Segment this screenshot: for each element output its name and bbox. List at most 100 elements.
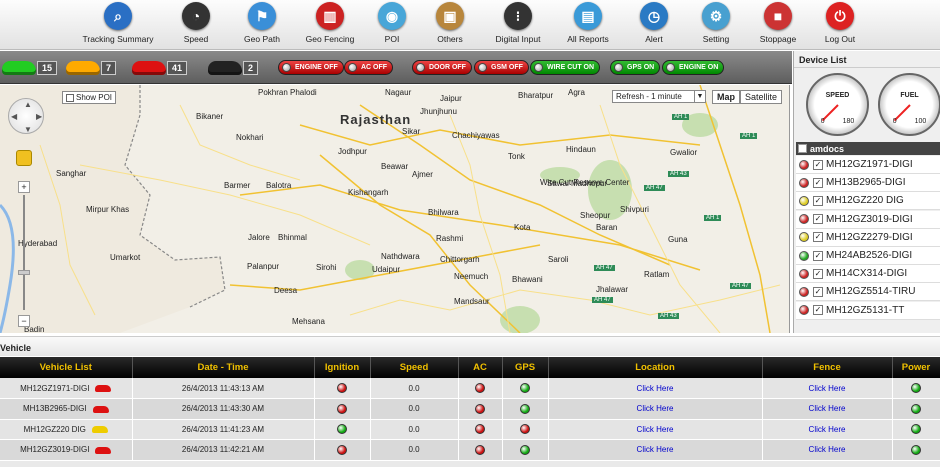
- highway-badge: AH 47: [730, 283, 751, 289]
- map-type-map-button[interactable]: Map: [712, 90, 740, 104]
- status-filter-door-off[interactable]: DOOR OFF: [412, 60, 472, 75]
- ac-status-icon: [475, 424, 485, 435]
- map-place-label: Chachiyawas: [452, 131, 500, 140]
- ignition-cell: [314, 419, 371, 440]
- device-checkbox[interactable]: ✓: [813, 305, 823, 316]
- device-group-header[interactable]: amdocs: [796, 142, 940, 155]
- pan-down-icon[interactable]: ▼: [24, 125, 32, 134]
- vehicle-name: MH12GZ3019-DIGI: [20, 445, 90, 455]
- map-type-satellite-button[interactable]: Satellite: [740, 90, 783, 104]
- map-place-label: Rashmi: [436, 234, 464, 243]
- refresh-interval-select[interactable]: Refresh - 1 minute ▼: [612, 90, 706, 103]
- vehicle-count-filter[interactable]: 2: [208, 59, 259, 77]
- zoom-control[interactable]: + −: [16, 150, 32, 327]
- pan-control[interactable]: ▲ ▼ ◀ ▶: [8, 98, 44, 134]
- map-place-label: Pokhran: [258, 88, 288, 97]
- device-checkbox[interactable]: ✓: [813, 232, 823, 243]
- fence-link[interactable]: Click Here: [809, 445, 846, 454]
- status-filter-engine-on[interactable]: ENGINE ON: [662, 60, 725, 75]
- map-place-label: Mehsana: [292, 317, 325, 326]
- map-place-label: Palanpur: [247, 262, 280, 271]
- fence-link[interactable]: Click Here: [809, 384, 846, 393]
- location-link[interactable]: Click Here: [637, 425, 674, 434]
- vehicle-count-filter[interactable]: 7: [66, 59, 117, 77]
- device-list-item[interactable]: ✓ MH24AB2526-DIGI: [796, 247, 940, 265]
- map-place-label: Beawar: [381, 162, 409, 171]
- speed-gauge: SPEED 0 180: [806, 73, 869, 136]
- device-list-item[interactable]: ✓ MH12GZ2279-DIGI: [796, 228, 940, 247]
- location-link[interactable]: Click Here: [637, 384, 674, 393]
- device-list-item[interactable]: ✓ MH12GZ5514-TIRU: [796, 283, 940, 302]
- pan-left-icon[interactable]: ◀: [11, 112, 17, 121]
- status-filter-engine-off[interactable]: ENGINE OFF: [278, 60, 344, 75]
- zoom-slider-handle[interactable]: [18, 270, 30, 275]
- table-row[interactable]: MH12GZ1971-DIGI 26/4/2013 11:43:13 AM 0.0 C…: [0, 378, 940, 399]
- status-filter-wire-cut-on[interactable]: WIRE CUT ON: [530, 60, 601, 75]
- ignition-cell: [314, 378, 371, 399]
- zoom-slider-track[interactable]: [23, 195, 25, 310]
- reports-icon: ▤: [574, 2, 602, 30]
- table-body: MH12GZ1971-DIGI 26/4/2013 11:43:13 AM 0.0 C…: [0, 378, 940, 461]
- device-list-item[interactable]: ✓ MH14CX314-DIGI: [796, 265, 940, 284]
- device-list-item[interactable]: ✓ MH12GZ1971-DIGI: [796, 156, 940, 174]
- vehicle-count-filter[interactable]: 15: [2, 59, 58, 77]
- pan-right-icon[interactable]: ▶: [36, 112, 42, 121]
- device-checkbox[interactable]: ✓: [813, 214, 823, 225]
- ac-status-icon: [475, 403, 485, 414]
- nav-item-label: Others: [437, 34, 463, 44]
- status-filter-gps-on[interactable]: GPS ON: [610, 60, 661, 75]
- location-link[interactable]: Click Here: [637, 445, 674, 454]
- device-list-item[interactable]: ✓ MH12GZ3019-DIGI: [796, 210, 940, 229]
- gps-cell: [502, 419, 549, 440]
- status-filter-label: AC OFF: [361, 64, 388, 71]
- map-view[interactable]: Rajasthan Pokhran Phalodi Nagaur Jaipur Bhara…: [0, 85, 790, 333]
- nav-item-all-reports[interactable]: ▤ All Reports: [552, 2, 624, 44]
- fence-link[interactable]: Click Here: [809, 404, 846, 413]
- column-header: Location: [548, 357, 763, 378]
- nav-item-tracking-summary[interactable]: ⌕ Tracking Summary: [82, 2, 154, 44]
- device-checkbox[interactable]: ✓: [813, 286, 823, 297]
- table-row[interactable]: MH12GZ220 DIG 26/4/2013 11:41:23 AM 0.0 Cli…: [0, 419, 940, 440]
- device-checkbox[interactable]: ✓: [813, 159, 823, 170]
- ignition-cell: [314, 439, 371, 461]
- status-filter-gsm-off[interactable]: GSM OFF: [474, 60, 529, 75]
- nav-item-others[interactable]: ▣ Others: [414, 2, 486, 44]
- device-list-item[interactable]: ✓ MH12GZ5131-TT: [796, 301, 940, 320]
- highway-badge: AH 43: [668, 171, 689, 177]
- nav-item-digital-input[interactable]: ⁝ Digital Input: [482, 2, 554, 44]
- zoom-out-button[interactable]: −: [18, 315, 30, 327]
- show-poi-toggle[interactable]: Show POI: [62, 91, 117, 104]
- device-checkbox[interactable]: ✓: [813, 250, 823, 261]
- table-row[interactable]: MH13B2965-DIGI 26/4/2013 11:43:30 AM 0.0 Cl…: [0, 398, 940, 420]
- status-filter-ac-off[interactable]: AC OFF: [344, 60, 394, 75]
- column-header: Speed: [370, 357, 459, 378]
- device-list-item[interactable]: ✓ MH12GZ220 DIG: [796, 192, 940, 211]
- power-cell: [892, 378, 940, 399]
- nav-item-log-out[interactable]: ⏻ Log Out: [804, 2, 876, 44]
- pan-up-icon[interactable]: ▲: [24, 100, 32, 109]
- nav-item-speed[interactable]: ◔ Speed: [160, 2, 232, 44]
- location-link[interactable]: Click Here: [637, 404, 674, 413]
- fence-cell: Click Here: [762, 378, 893, 399]
- car-icon: [2, 61, 36, 75]
- show-poi-checkbox[interactable]: [66, 93, 74, 102]
- device-checkbox[interactable]: ✓: [813, 268, 823, 279]
- vehicle-count-filter[interactable]: 41: [132, 59, 188, 77]
- group-checkbox[interactable]: [798, 144, 807, 153]
- table-row[interactable]: MH12GZ3019-DIGI 26/4/2013 11:42:21 AM 0.0 C…: [0, 439, 940, 461]
- street-view-pegman-icon[interactable]: [16, 150, 32, 166]
- chevron-down-icon[interactable]: ▼: [694, 91, 705, 102]
- device-checkbox[interactable]: ✓: [813, 177, 823, 188]
- gps-cell: [502, 398, 549, 420]
- ac-status-icon: [475, 383, 485, 393]
- nav-item-geo-path[interactable]: ⚑ Geo Path: [226, 2, 298, 44]
- device-checkbox[interactable]: ✓: [813, 195, 823, 206]
- device-list-item[interactable]: ✓ MH13B2965-DIGI: [796, 174, 940, 193]
- map-place-label: Nokhari: [236, 133, 264, 142]
- device-name: MH12GZ1971-DIGI: [826, 159, 913, 170]
- ignition-status-icon: [337, 403, 347, 414]
- zoom-in-button[interactable]: +: [18, 181, 30, 193]
- fence-link[interactable]: Click Here: [809, 425, 846, 434]
- stop-icon: ■: [764, 2, 792, 30]
- car-icon: [208, 61, 242, 75]
